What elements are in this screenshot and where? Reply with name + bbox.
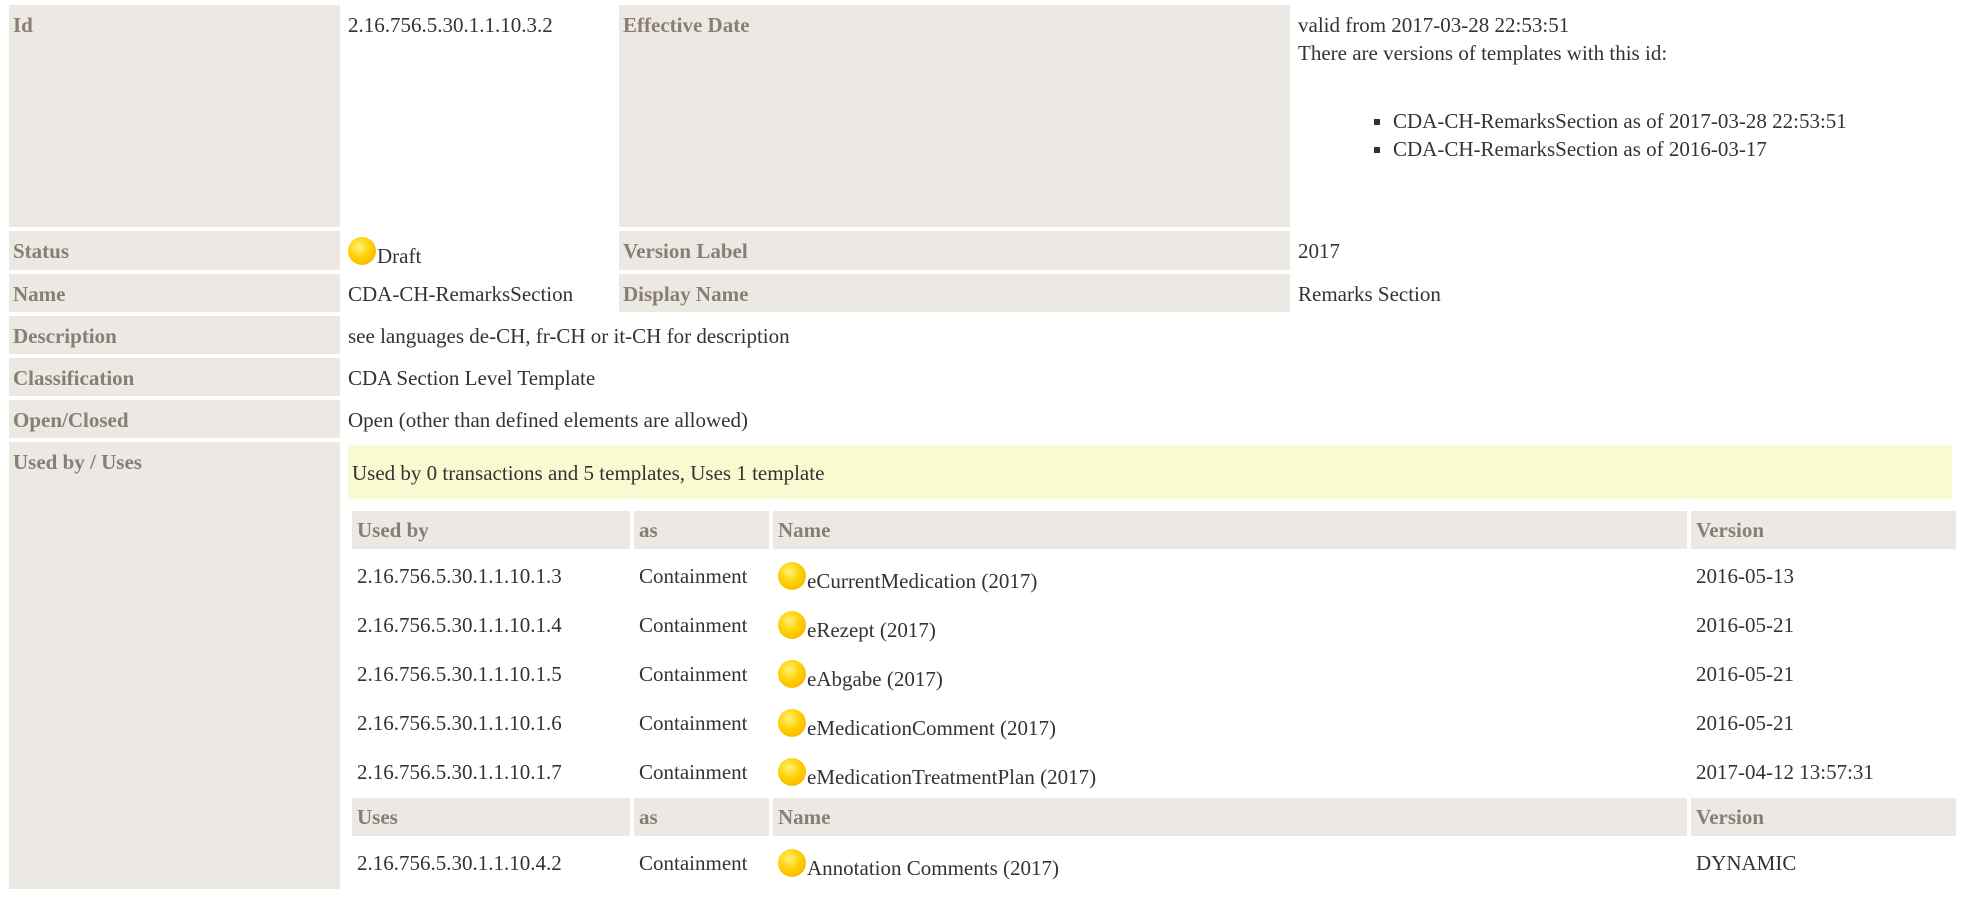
- open-closed-label: Open/Closed: [9, 400, 340, 438]
- table-row[interactable]: 2.16.756.5.30.1.1.10.1.6 Containment eMe…: [352, 700, 1956, 745]
- row-id: 2.16.756.5.30.1.1.10.1.4: [357, 612, 562, 637]
- row-version: DYNAMIC: [1696, 850, 1797, 875]
- version-label-value: 2017: [1298, 239, 1340, 263]
- template-details-table: Id 2.16.756.5.30.1.1.10.3.2 Effective Da…: [5, 1, 1960, 893]
- sun-status-icon: [778, 659, 806, 688]
- col-name: Name: [773, 798, 1687, 836]
- sun-status-icon: [778, 708, 806, 737]
- row-id: 2.16.756.5.30.1.1.10.1.7: [357, 759, 562, 784]
- row-version: 2016-05-21: [1696, 661, 1794, 686]
- sun-status-icon: [348, 237, 376, 265]
- col-version: Version: [1691, 511, 1956, 549]
- sun-status-icon: [778, 757, 806, 786]
- row-id: 2.16.756.5.30.1.1.10.1.6: [357, 710, 562, 735]
- description-label: Description: [9, 316, 340, 354]
- row-version: 2017-04-12 13:57:31: [1696, 759, 1874, 784]
- row-version: 2016-05-21: [1696, 612, 1794, 637]
- row-as: Containment: [639, 563, 748, 588]
- display-name-value: Remarks Section: [1298, 282, 1441, 306]
- used-by-uses-label: Used by / Uses: [9, 442, 340, 889]
- table-row[interactable]: 2.16.756.5.30.1.1.10.1.5 Containment eAb…: [352, 651, 1956, 696]
- effective-date-value: valid from 2017-03-28 22:53:51 There are…: [1294, 5, 1956, 227]
- status-value: Draft: [344, 231, 615, 270]
- col-name: Name: [773, 511, 1687, 549]
- classification-label: Classification: [9, 358, 340, 396]
- name-label: Name: [9, 274, 340, 312]
- col-version: Version: [1691, 798, 1956, 836]
- used-by-table: Used by as Name Version 2.16.756.5.30.1.…: [348, 507, 1960, 889]
- row-name-link[interactable]: eMedicationComment (2017): [807, 716, 1056, 740]
- description-value: see languages de-CH, fr-CH or it-CH for …: [348, 324, 790, 348]
- row-name-link[interactable]: eAbgabe (2017): [807, 667, 943, 691]
- table-row[interactable]: 2.16.756.5.30.1.1.10.1.7 Containment eMe…: [352, 749, 1956, 794]
- row-as: Containment: [639, 850, 748, 875]
- row-as: Containment: [639, 759, 748, 784]
- col-used-by: Used by: [352, 511, 630, 549]
- effective-date-label: Effective Date: [619, 5, 1290, 227]
- status-text: Draft: [377, 244, 422, 268]
- classification-value: CDA Section Level Template: [348, 366, 596, 390]
- row-name-link[interactable]: eCurrentMedication (2017): [807, 569, 1037, 593]
- row-as: Containment: [639, 612, 748, 637]
- col-as: as: [634, 798, 769, 836]
- used-by-header-row: Used by as Name Version: [352, 511, 1956, 549]
- open-closed-value: Open (other than defined elements are al…: [348, 408, 748, 432]
- version-label-label: Version Label: [619, 231, 1290, 270]
- sun-status-icon: [778, 610, 806, 639]
- row-id: 2.16.756.5.30.1.1.10.4.2: [357, 850, 562, 875]
- name-value: CDA-CH-RemarksSection: [348, 282, 574, 306]
- row-as: Containment: [639, 710, 748, 735]
- sun-status-icon: [778, 561, 806, 590]
- used-by-summary[interactable]: Used by 0 transactions and 5 templates, …: [348, 445, 1952, 499]
- status-label: Status: [9, 231, 340, 270]
- valid-from-text: valid from 2017-03-28 22:53:51: [1298, 13, 1570, 37]
- row-name-link[interactable]: eMedicationTreatmentPlan (2017): [807, 765, 1096, 789]
- row-id: 2.16.756.5.30.1.1.10.1.3: [357, 563, 562, 588]
- row-name-link[interactable]: eRezept (2017): [807, 618, 936, 642]
- col-as: as: [634, 511, 769, 549]
- row-version: 2016-05-21: [1696, 710, 1794, 735]
- id-label: Id: [9, 5, 340, 227]
- row-version: 2016-05-13: [1696, 563, 1794, 588]
- uses-header-row: Uses as Name Version: [352, 798, 1956, 836]
- sun-status-icon: [778, 848, 806, 877]
- id-value: 2.16.756.5.30.1.1.10.3.2: [348, 13, 553, 37]
- table-row[interactable]: 2.16.756.5.30.1.1.10.1.4 Containment eRe…: [352, 602, 1956, 647]
- row-as: Containment: [639, 661, 748, 686]
- used-by-uses-value: Used by 0 transactions and 5 templates, …: [344, 442, 1956, 889]
- row-id: 2.16.756.5.30.1.1.10.1.5: [357, 661, 562, 686]
- versions-list: CDA-CH-RemarksSection as of 2017-03-28 2…: [1298, 107, 1952, 163]
- table-row[interactable]: 2.16.756.5.30.1.1.10.1.3 Containment eCu…: [352, 553, 1956, 598]
- versions-note: There are versions of templates with thi…: [1298, 41, 1668, 65]
- col-uses: Uses: [352, 798, 630, 836]
- table-row[interactable]: 2.16.756.5.30.1.1.10.4.2 Containment Ann…: [352, 840, 1956, 885]
- row-name-link[interactable]: Annotation Comments (2017): [807, 856, 1059, 880]
- version-link[interactable]: CDA-CH-RemarksSection as of 2016-03-17: [1393, 135, 1952, 163]
- display-name-label: Display Name: [619, 274, 1290, 312]
- version-link[interactable]: CDA-CH-RemarksSection as of 2017-03-28 2…: [1393, 107, 1952, 135]
